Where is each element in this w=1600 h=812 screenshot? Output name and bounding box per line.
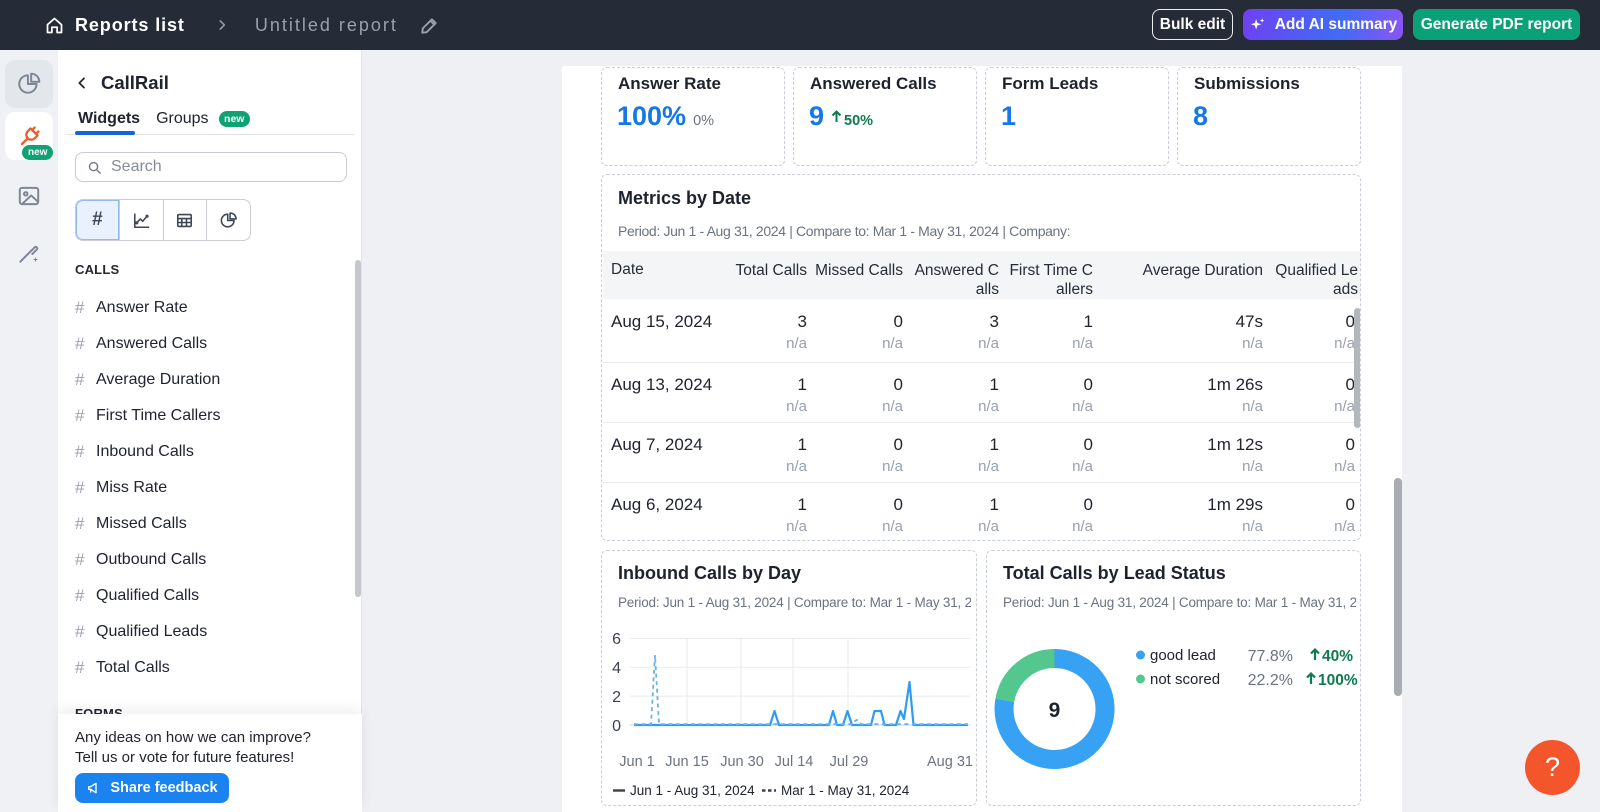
svg-text:Jun 30: Jun 30 [720,754,764,770]
svg-text:Mar 1 - May 31, 2024: Mar 1 - May 31, 2024 [781,783,910,798]
svg-text:Jun 1 - Aug 31, 2024: Jun 1 - Aug 31, 2024 [630,783,755,798]
svg-text:40%: 40% [1322,648,1353,665]
svg-text:77.8%: 77.8% [1248,648,1293,665]
svg-text:9: 9 [1049,699,1061,722]
svg-text:0: 0 [612,718,621,735]
svg-text:Jun 1: Jun 1 [619,754,654,770]
svg-text:not scored: not scored [1150,671,1220,688]
svg-text:Jun 15: Jun 15 [665,754,709,770]
svg-text:Jul 29: Jul 29 [830,754,869,770]
svg-text:22.2%: 22.2% [1248,672,1293,689]
svg-text:good lead: good lead [1150,647,1216,664]
svg-text:100%: 100% [1318,672,1358,689]
svg-text:Aug 31: Aug 31 [927,754,973,770]
svg-text:4: 4 [612,660,621,677]
svg-text:2: 2 [612,689,621,706]
svg-text:Jul 14: Jul 14 [775,754,814,770]
svg-text:6: 6 [612,631,621,648]
